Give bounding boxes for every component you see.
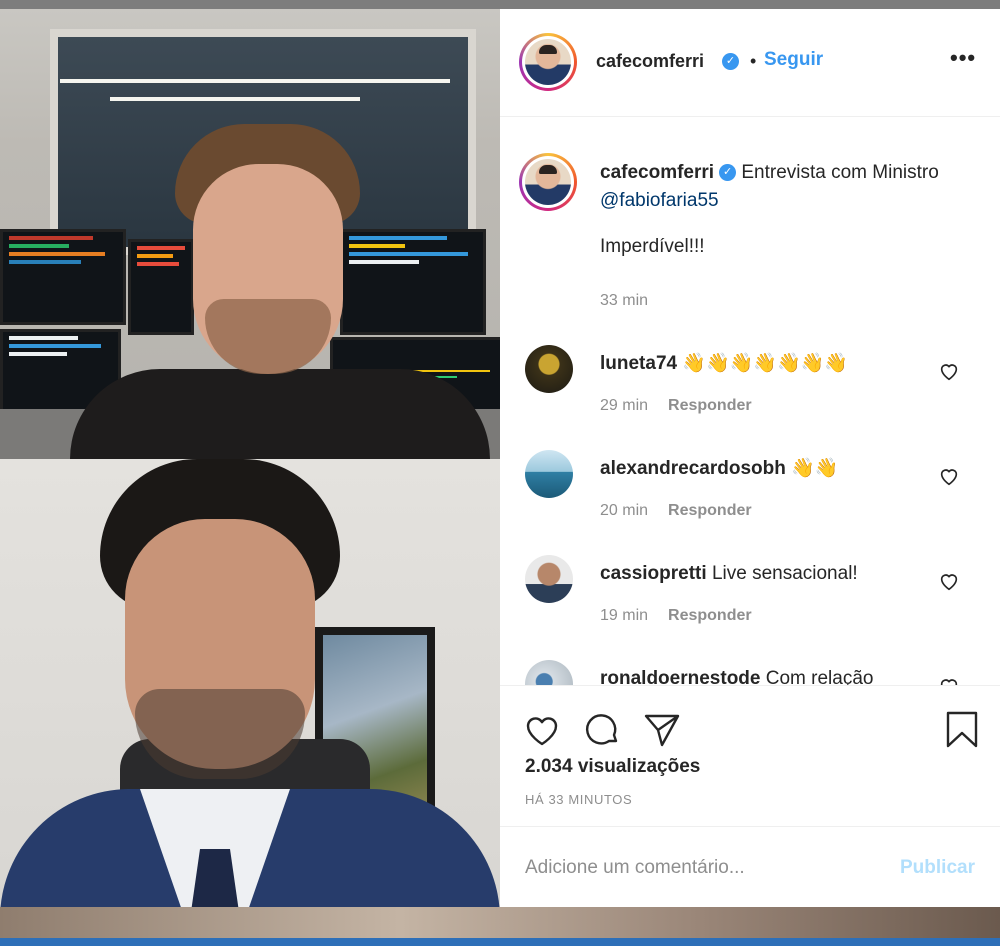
caption-text: cafecomferri ✓ Entrevista com Ministro @f… xyxy=(600,159,940,215)
comment-meta: 29 min Responder xyxy=(600,397,752,415)
comment-text: ronaldoernestode Com relação xyxy=(600,665,940,685)
heart-icon[interactable] xyxy=(938,360,960,382)
host-person xyxy=(175,124,360,374)
comment-time: 20 min xyxy=(600,502,649,519)
host-shirt xyxy=(70,369,490,459)
comment-username[interactable]: cassiopretti xyxy=(600,563,707,584)
avatar[interactable] xyxy=(525,345,573,393)
comment-body: 👋👋👋👋👋👋👋 xyxy=(682,353,848,374)
more-options-icon[interactable]: ••• xyxy=(950,45,976,71)
header-username[interactable]: cafecomferri xyxy=(596,51,704,72)
comment-username[interactable]: alexandrecardosobh xyxy=(600,458,786,479)
post-actions: 2.034 visualizações HÁ 33 MINUTOS xyxy=(500,685,1000,826)
comment-username[interactable]: ronaldoernestode xyxy=(600,668,760,685)
bookmark-icon[interactable] xyxy=(942,710,982,750)
post-header: cafecomferri ✓ • Seguir ••• xyxy=(500,9,1000,117)
verified-icon: ✓ xyxy=(719,164,737,182)
comment-meta: 20 min Responder xyxy=(600,502,752,520)
comment-body: 👋👋 xyxy=(791,458,839,479)
share-icon[interactable] xyxy=(642,710,682,750)
avatar[interactable] xyxy=(525,450,573,498)
comment-text: alexandrecardosobh 👋👋 xyxy=(600,455,940,483)
caption-time: 33 min xyxy=(600,292,649,309)
separator-dot: • xyxy=(750,51,757,71)
caption-username[interactable]: cafecomferri xyxy=(600,162,714,183)
post-panel: cafecomferri ✓ • Seguir ••• cafecomferri… xyxy=(500,9,1000,907)
comment-time: 19 min xyxy=(600,607,649,624)
post-timestamp: HÁ 33 MINUTOS xyxy=(525,792,633,807)
caption-mention[interactable]: @fabiofaria55 xyxy=(600,190,719,211)
publish-button[interactable]: Publicar xyxy=(900,857,975,879)
video-participant-host xyxy=(0,9,500,459)
comment-username[interactable]: luneta74 xyxy=(600,353,677,374)
comment-box: Adicione um comentário... Publicar xyxy=(500,826,1000,908)
heart-icon[interactable] xyxy=(938,465,960,487)
ceiling-light xyxy=(60,79,450,83)
taskbar xyxy=(0,938,1000,946)
caption-avatar[interactable] xyxy=(519,153,577,211)
comment-input[interactable]: Adicione um comentário... xyxy=(525,857,745,879)
verified-icon: ✓ xyxy=(722,53,739,70)
comment-text: cassiopretti Live sensacional! xyxy=(600,560,940,588)
comment-icon[interactable] xyxy=(582,710,622,750)
comment-body: Com relação xyxy=(765,668,874,685)
reply-button[interactable]: Responder xyxy=(668,502,752,519)
views-count[interactable]: 2.034 visualizações xyxy=(525,756,700,778)
heart-icon[interactable] xyxy=(522,710,562,750)
reply-button[interactable]: Responder xyxy=(668,397,752,414)
avatar[interactable] xyxy=(525,555,573,603)
comment-time: 29 min xyxy=(600,397,649,414)
comment-text: luneta74 👋👋👋👋👋👋👋 xyxy=(600,350,940,378)
comment-body: Live sensacional! xyxy=(711,563,858,584)
window-top-bar xyxy=(0,0,1000,9)
ceiling-light xyxy=(110,97,360,101)
heart-icon[interactable] xyxy=(938,570,960,592)
avatar[interactable] xyxy=(519,33,577,91)
caption-extra: Imperdível!!! xyxy=(600,236,705,257)
reply-button[interactable]: Responder xyxy=(668,607,752,624)
video-participant-guest xyxy=(0,459,500,907)
heart-icon[interactable] xyxy=(938,675,960,685)
comment-meta: 19 min Responder xyxy=(600,607,752,625)
caption-body: Entrevista com Ministro xyxy=(741,162,939,183)
comments-list[interactable]: cafecomferri ✓ Entrevista com Ministro @f… xyxy=(500,117,1000,685)
avatar[interactable] xyxy=(525,660,573,685)
follow-button[interactable]: Seguir xyxy=(764,49,823,71)
live-video[interactable] xyxy=(0,9,500,907)
